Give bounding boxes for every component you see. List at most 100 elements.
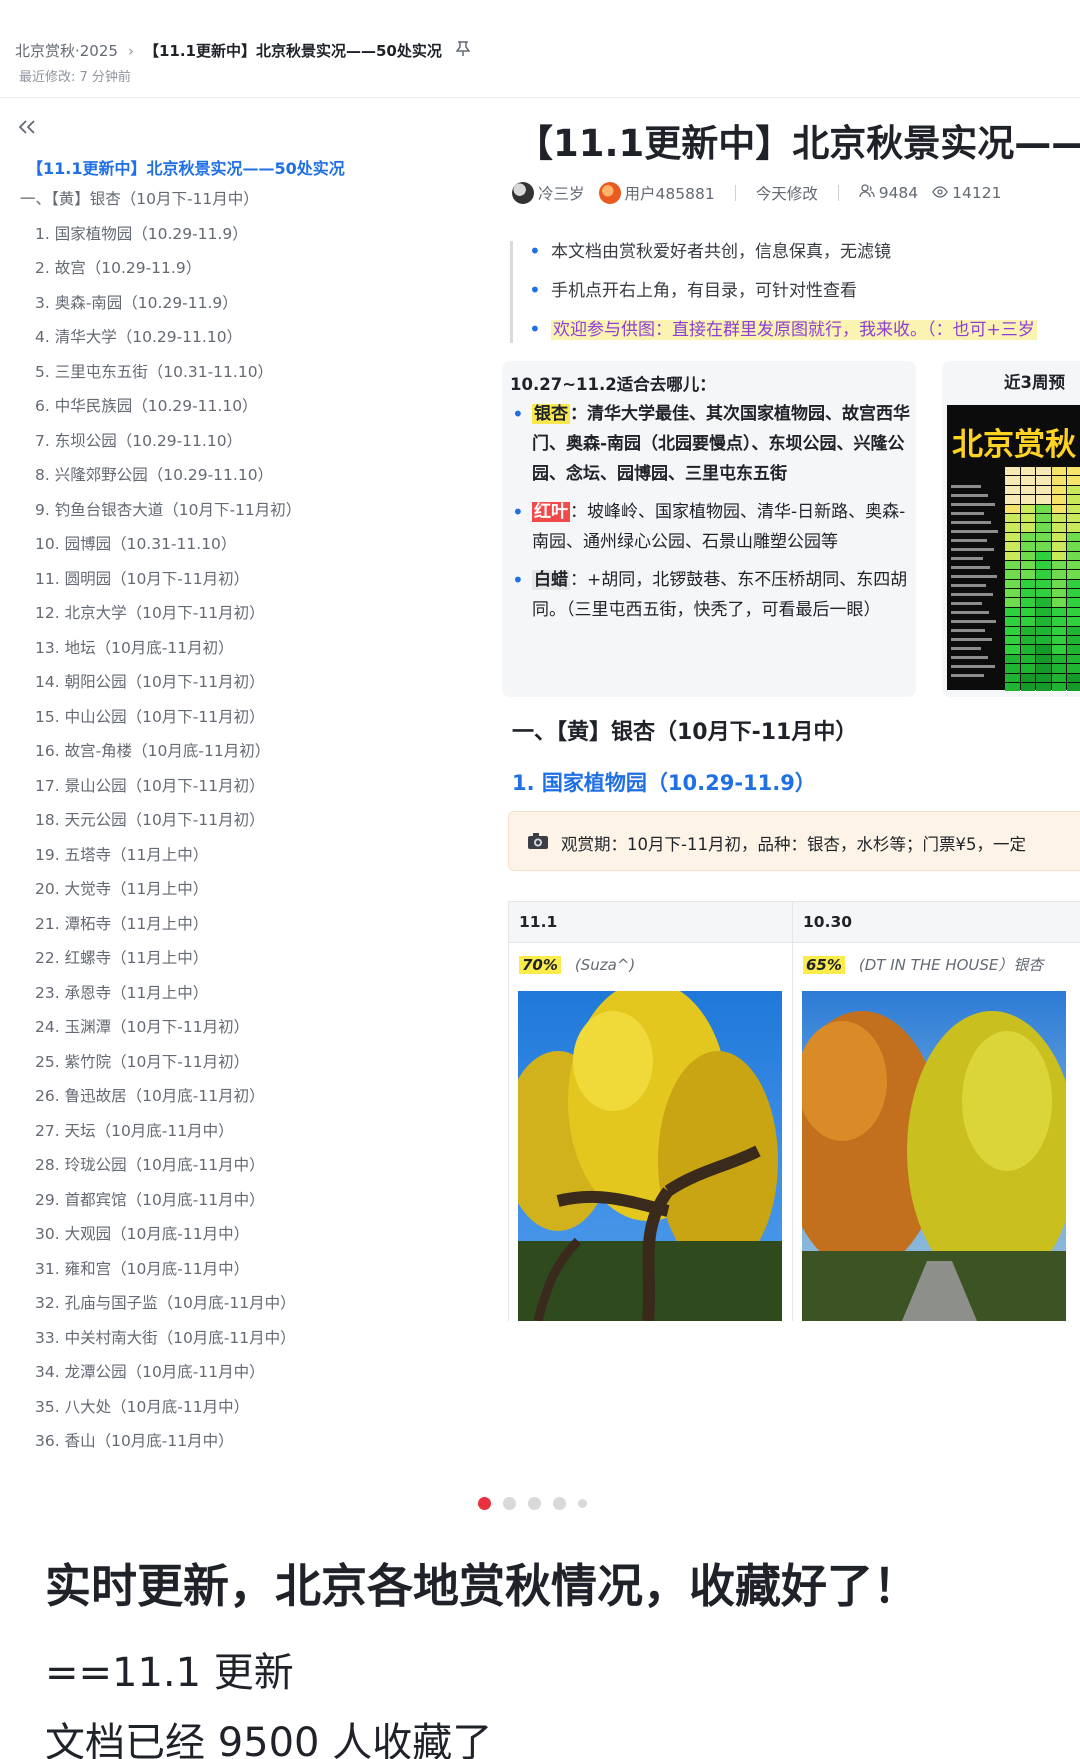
toc-item[interactable]: 33. 中关村南大街（10月底-11月中） xyxy=(0,1328,470,1363)
toc-item[interactable]: 19. 五塔寺（11月上中） xyxy=(0,845,470,880)
camera-icon xyxy=(527,832,549,850)
ginkgo-photo[interactable] xyxy=(802,991,1066,1321)
toc-item[interactable]: 1. 国家植物园（10.29-11.9） xyxy=(0,224,470,259)
toc-item[interactable]: 25. 紫竹院（10月下-11月初） xyxy=(0,1052,470,1087)
toc-item[interactable]: 20. 大觉寺（11月上中） xyxy=(0,879,470,914)
forecast-card: 近3周预 北京赏秋 xyxy=(942,361,1080,697)
divider xyxy=(734,185,736,201)
image-pager xyxy=(0,1497,1080,1511)
toc-list: 一、【黄】银杏（10月下-11月中） 1. 国家植物园（10.29-11.9） 2.… xyxy=(0,189,470,1466)
photo-credit: (DT IN THE HOUSE）银杏 xyxy=(858,956,1044,974)
toc-item[interactable]: 17. 景山公园（10月下-11月初） xyxy=(0,776,470,811)
toc-item[interactable]: 23. 承恩寺（11月上中） xyxy=(0,983,470,1018)
breadcrumb-root[interactable]: 北京赏秋·2025 xyxy=(15,40,118,61)
list-item: 手机点开右上角，有目录，可针对性查看 xyxy=(527,279,1080,319)
toc-item[interactable]: 12. 北京大学（10月下-11月初） xyxy=(0,603,470,638)
highlighted-text: 欢迎参与供图：直接在群里发原图就行，我来收。（：也可+三岁 xyxy=(551,320,1037,340)
post-text-line: ==11.1 更新 xyxy=(45,1650,294,1696)
table-column: 11.1 70% (Suza^) xyxy=(509,902,793,1321)
column-date: 10.30 xyxy=(793,902,1080,943)
toc-item[interactable]: 18. 天元公园（10月下-11月初） xyxy=(0,810,470,845)
breadcrumb-current[interactable]: 【11.1更新中】北京秋景实况——50处实况 xyxy=(144,40,442,61)
poster-row-labels xyxy=(951,485,999,683)
list-item: 白蜡：+胡同，北锣鼓巷、东不压桥胡同、东四胡同。（三里屯西五街，快秃了，可看最后… xyxy=(510,565,910,625)
toc-item[interactable]: 32. 孔庙与国子监（10月底-11月中） xyxy=(0,1293,470,1328)
card-title: 近3周预 xyxy=(1004,373,1065,392)
list-item: 欢迎参与供图：直接在群里发原图就行，我来收。（：也可+三岁 xyxy=(527,318,1080,358)
percent-badge: 65% xyxy=(803,956,845,974)
intro-notes: 本文档由赏秋爱好者共创，信息保真，无滤镜 手机点开右上角，有目录，可针对性查看 … xyxy=(510,240,1080,343)
pager-dot[interactable] xyxy=(503,1497,516,1510)
section-heading: 一、【黄】银杏（10月下-11月中） xyxy=(512,720,858,745)
photo-caption: 65% (DT IN THE HOUSE）银杏 xyxy=(793,943,1080,987)
post-text-line: 文档已经 9500 人收藏了 xyxy=(45,1720,493,1759)
follower-count: 9484 xyxy=(878,184,919,202)
subsection-heading[interactable]: 1. 国家植物园（10.29-11.9） xyxy=(512,767,816,797)
toc-item[interactable]: 16. 故宫-角楼（10月底-11月初） xyxy=(0,741,470,776)
toc-item[interactable]: 6. 中华民族园（10.29-11.10） xyxy=(0,396,470,431)
toc-item[interactable]: 5. 三里屯东五街（10.31-11.10） xyxy=(0,362,470,397)
photo-caption: 70% (Suza^) xyxy=(509,943,792,987)
toc-sidebar: 【11.1更新中】北京秋景实况——50处实况 一、【黄】银杏（10月下-11月中… xyxy=(0,99,470,1470)
photo-credit: (Suza^) xyxy=(574,956,636,974)
toc-item[interactable]: 7. 东坝公园（10.29-11.10） xyxy=(0,431,470,466)
photo-table: 11.1 70% (Suza^) 10.30 65% (DT IN THE HOUS… xyxy=(508,901,1080,1321)
toc-item[interactable]: 一、【黄】银杏（10月下-11月中） xyxy=(0,189,470,224)
author-name[interactable]: 用户485881 xyxy=(625,182,715,204)
page-title: 【11.1更新中】北京秋景实况——5 xyxy=(516,122,1080,165)
poster-heatmap xyxy=(1005,467,1080,692)
users-icon xyxy=(859,184,875,202)
percent-badge: 70% xyxy=(519,956,561,974)
toc-item[interactable]: 14. 朝阳公园（10月下-11月初） xyxy=(0,672,470,707)
pager-dot[interactable] xyxy=(478,1497,491,1510)
ginkgo-photo[interactable] xyxy=(518,991,782,1321)
pager-dot[interactable] xyxy=(528,1497,541,1510)
toc-item[interactable]: 4. 清华大学（10.29-11.10） xyxy=(0,327,470,362)
toc-title[interactable]: 【11.1更新中】北京秋景实况——50处实况 xyxy=(27,155,345,179)
toc-item[interactable]: 29. 首都宾馆（10月底-11月中） xyxy=(0,1190,470,1225)
toc-item[interactable]: 8. 兴隆郊野公园（10.29-11.10） xyxy=(0,465,470,500)
last-modified: 最近修改: 7 分钟前 xyxy=(19,70,131,85)
tag-ginkgo: 银杏 xyxy=(532,404,570,424)
doc-header: 北京赏秋·2025 › 【11.1更新中】北京秋景实况——50处实况 最近修改:… xyxy=(0,0,1080,98)
toc-item[interactable]: 21. 潭柘寺（11月上中） xyxy=(0,914,470,949)
toc-item[interactable]: 36. 香山（10月底-11月中） xyxy=(0,1431,470,1466)
poster-title: 北京赏秋 xyxy=(952,427,1076,463)
doc-meta: 冷三岁 用户485881 今天修改 9484 14121 xyxy=(512,181,1001,205)
list-item-text: ：+胡同，北锣鼓巷、东不压桥胡同、东四胡同。（三里屯西五街，快秃了，可看最后一眼… xyxy=(532,570,908,620)
toc-item[interactable]: 13. 地坛（10月底-11月初） xyxy=(0,638,470,673)
toc-item[interactable]: 30. 大观园（10月底-11月中） xyxy=(0,1224,470,1259)
toc-item[interactable]: 24. 玉渊潭（10月下-11月初） xyxy=(0,1017,470,1052)
divider xyxy=(837,185,839,201)
author-name[interactable]: 冷三岁 xyxy=(538,182,585,204)
avatar[interactable] xyxy=(512,182,534,204)
pager-dot[interactable] xyxy=(578,1499,587,1508)
toc-item[interactable]: 26. 鲁迅故居（10月底-11月初） xyxy=(0,1086,470,1121)
toc-item[interactable]: 31. 雍和宫（10月底-11月中） xyxy=(0,1259,470,1294)
forecast-image[interactable]: 北京赏秋 xyxy=(947,405,1080,692)
toc-item[interactable]: 3. 奥森-南园（10.29-11.9） xyxy=(0,293,470,328)
eye-icon xyxy=(932,184,948,202)
toc-item[interactable]: 28. 玲珑公园（10月底-11月中） xyxy=(0,1155,470,1190)
list-item: 红叶：坡峰岭、国家植物园、清华-日新路、奥森-南园、通州绿心公园、石景山雕塑公园… xyxy=(510,497,910,557)
toc-item[interactable]: 27. 天坛（10月底-11月中） xyxy=(0,1121,470,1156)
list-item: 本文档由赏秋爱好者共创，信息保真，无滤镜 xyxy=(527,240,1080,280)
list-item-text: ：清华大学最佳、其次国家植物园、故宫西华门、奥森-南园（北园要慢点）、东坝公园、… xyxy=(532,404,910,484)
toc-item[interactable]: 15. 中山公园（10月下-11月初） xyxy=(0,707,470,742)
toc-item[interactable]: 11. 圆明园（10月下-11月初） xyxy=(0,569,470,604)
pager-dot[interactable] xyxy=(553,1497,566,1510)
column-date: 11.1 xyxy=(509,902,792,943)
doc-body: 【11.1更新中】北京秋景实况——5 冷三岁 用户485881 今天修改 948… xyxy=(490,99,1080,1470)
list-item: 银杏：清华大学最佳、其次国家植物园、故宫西华门、奥森-南园（北园要慢点）、东坝公… xyxy=(510,399,910,489)
toc-item[interactable]: 2. 故宫（10.29-11.9） xyxy=(0,258,470,293)
edit-time: 今天修改 xyxy=(755,185,818,203)
toc-item[interactable]: 34. 龙潭公园（10月底-11月中） xyxy=(0,1362,470,1397)
toc-item[interactable]: 35. 八大处（10月底-11月中） xyxy=(0,1397,470,1432)
avatar[interactable] xyxy=(598,182,621,204)
post-title: 实时更新，北京各地赏秋情况，收藏好了！ xyxy=(45,1559,919,1613)
toc-item[interactable]: 9. 钓鱼台银杏大道（10月下-11月初） xyxy=(0,500,470,535)
toc-item[interactable]: 10. 园博园（10.31-11.10） xyxy=(0,534,470,569)
toc-item[interactable]: 22. 红螺寺（11月上中） xyxy=(0,948,470,983)
pin-icon[interactable] xyxy=(455,40,471,61)
collapse-left-icon[interactable] xyxy=(14,114,42,142)
